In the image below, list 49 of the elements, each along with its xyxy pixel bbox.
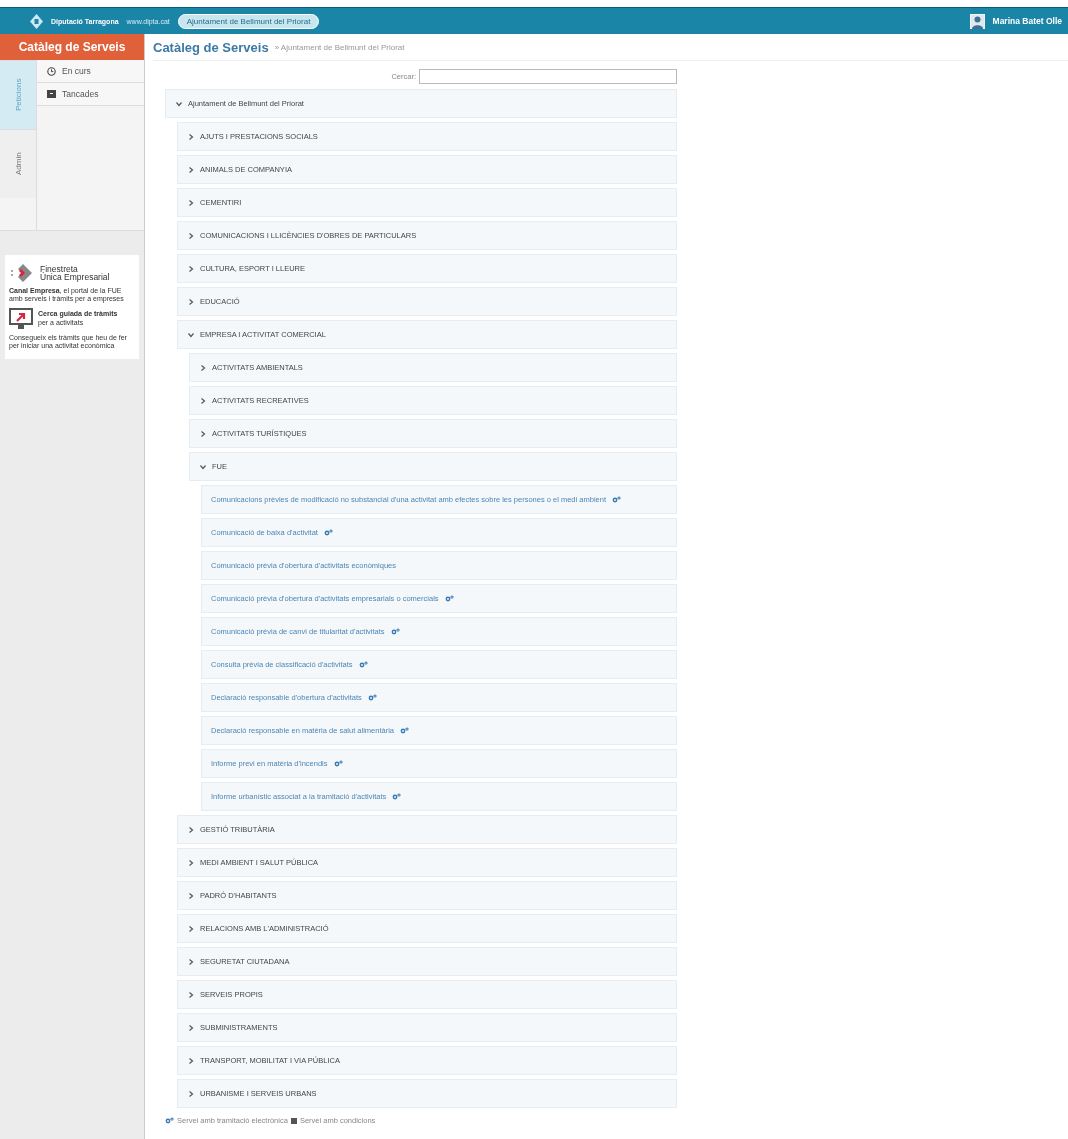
chevron-right-icon [188, 1024, 194, 1031]
chevron-right-icon [200, 364, 206, 371]
arrow-logo-icon [9, 263, 35, 283]
chevron-down-icon [200, 463, 206, 470]
gears-icon [358, 661, 368, 668]
crest-icon [30, 13, 43, 29]
archive-icon [47, 90, 56, 98]
chevron-right-icon [188, 1057, 194, 1064]
chevron-right-icon [188, 859, 194, 866]
vertical-tab[interactable]: Admin [0, 129, 36, 198]
promo-card[interactable] [5, 255, 139, 359]
chevron-right-icon [188, 232, 194, 239]
menu-label: Tancades [62, 89, 99, 99]
promo-title: Finestreta [40, 264, 78, 273]
chevron-right-icon [200, 397, 206, 404]
entity-pill[interactable]: Ajuntament de Bellmunt del Priorat [177, 13, 320, 29]
chevron-right-icon [188, 199, 194, 206]
chevron-right-icon [188, 265, 194, 272]
gears-icon [333, 760, 343, 767]
chevron-right-icon [188, 826, 194, 833]
gears-icon [165, 1117, 174, 1124]
sidebar-title: Catàleg de Serveis [0, 34, 144, 60]
chevron-down-icon [176, 100, 182, 107]
clock-icon [47, 66, 56, 76]
gears-icon [390, 628, 400, 635]
square-icon [290, 1117, 297, 1124]
gears-icon [392, 793, 402, 800]
monitor-icon [9, 307, 33, 330]
chevron-right-icon [188, 1090, 194, 1097]
menu-label: En curs [62, 66, 91, 76]
chevron-right-icon [188, 133, 194, 140]
chevron-right-icon [200, 430, 206, 437]
search-field[interactable] [419, 68, 677, 84]
chevron-right-icon [188, 991, 194, 998]
avatar-icon [969, 13, 985, 29]
gears-icon [444, 595, 454, 602]
chevron-down-icon [188, 331, 194, 338]
gears-icon [367, 694, 377, 701]
promo-title: Única Empresarial [40, 273, 110, 282]
gears-icon [400, 727, 409, 734]
chevron-right-icon [188, 958, 194, 965]
chevron-right-icon [188, 892, 194, 899]
user-name[interactable]: Marina Batet Olle [992, 16, 1062, 26]
chevron-right-icon [188, 925, 194, 932]
chevron-right-icon [188, 298, 194, 305]
gears-icon [612, 496, 621, 503]
page-title: Catàleg de Serveis [153, 39, 269, 55]
gears-icon [323, 529, 333, 536]
chevron-right-icon [188, 166, 194, 173]
